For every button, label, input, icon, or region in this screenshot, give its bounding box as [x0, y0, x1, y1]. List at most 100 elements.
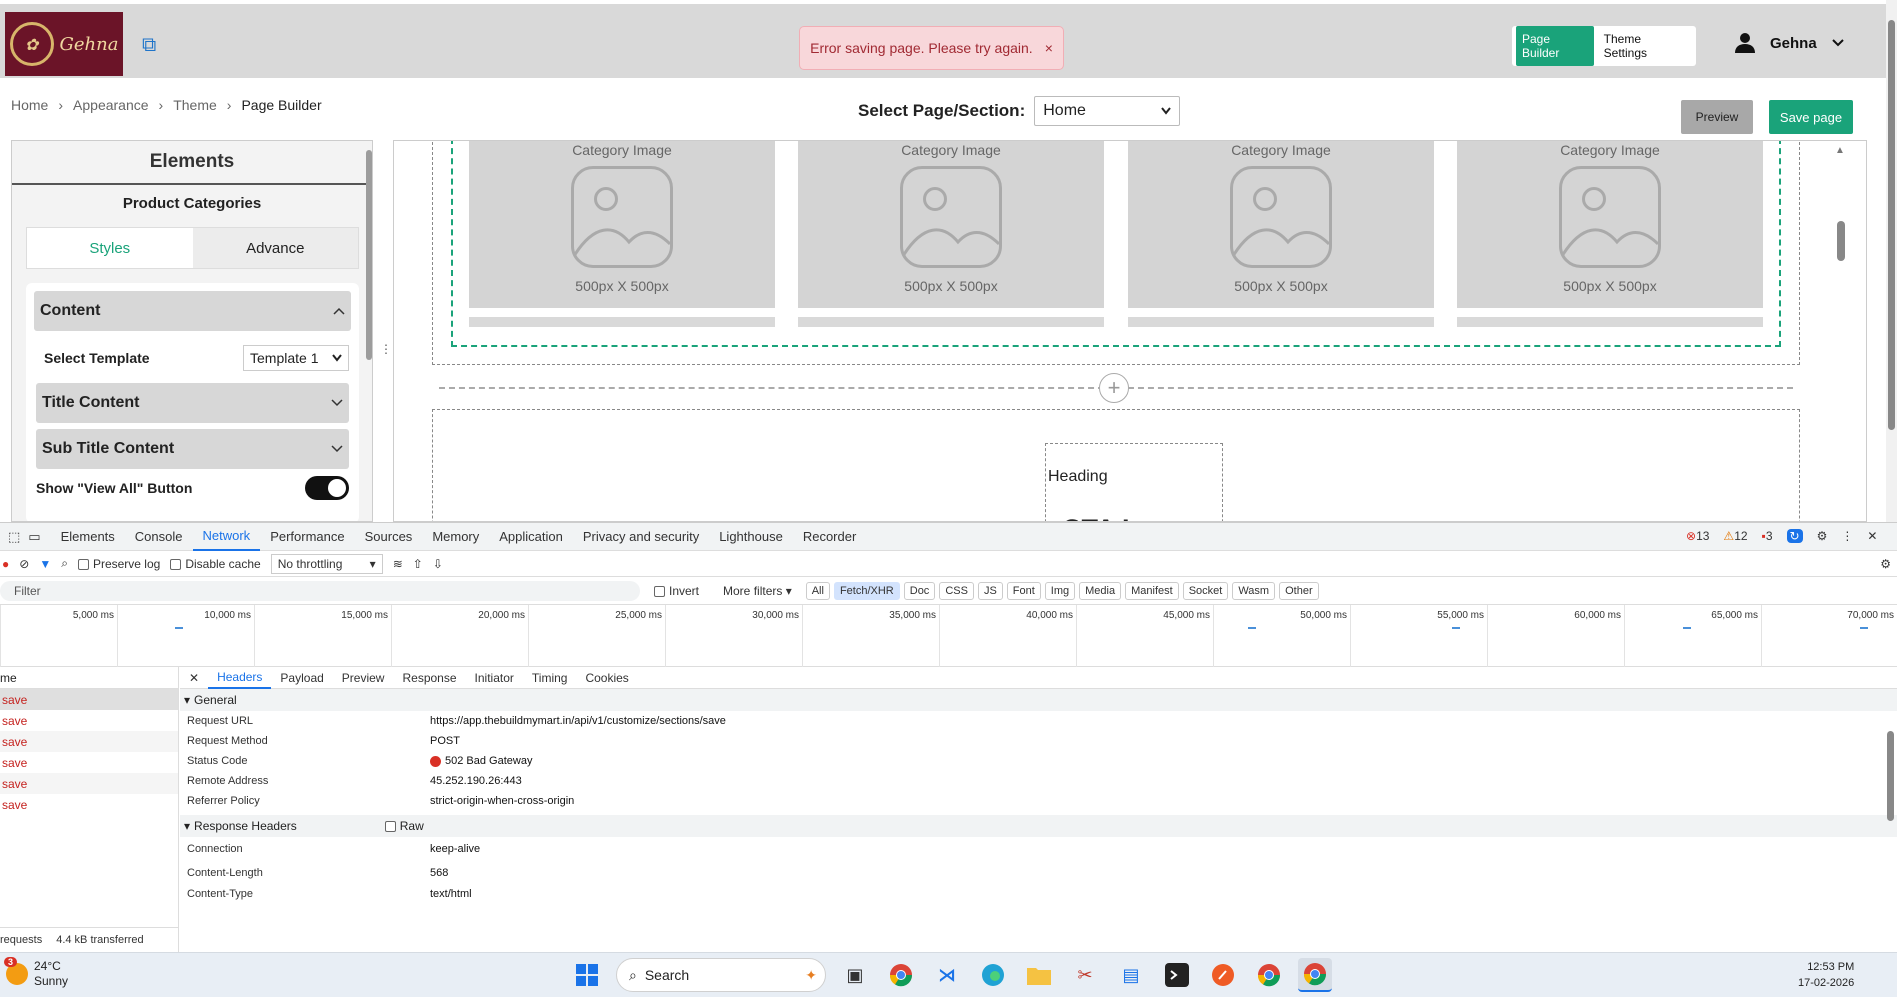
page-select-dropdown[interactable]: Home [1034, 96, 1181, 126]
raw-checkbox[interactable]: Raw [384, 819, 424, 833]
devtools-tab[interactable]: Memory [422, 529, 489, 544]
devtools-tab[interactable]: Performance [260, 529, 354, 544]
toast-close-icon[interactable]: × [1045, 40, 1053, 56]
preview-button[interactable]: Preview [1681, 100, 1753, 134]
inspect-icon[interactable]: ⬚ [0, 529, 24, 545]
type-chip-media[interactable]: Media [1079, 581, 1122, 600]
type-chip-font[interactable]: Font [1006, 581, 1041, 600]
template-select[interactable]: Template 1 [243, 345, 349, 371]
breadcrumb-theme[interactable]: Theme [173, 97, 217, 113]
cta-section[interactable]: Heading CTA Image [432, 409, 1800, 521]
devtools-tab[interactable]: Elements [51, 529, 125, 544]
breadcrumb-home[interactable]: Home [11, 97, 48, 113]
record-icon[interactable]: ● [2, 557, 9, 571]
type-chip-wasm[interactable]: Wasm [1232, 581, 1276, 600]
devtools-tab[interactable]: Sources [355, 529, 423, 544]
page-scrollbar-thumb[interactable] [1888, 20, 1895, 430]
request-row[interactable]: save [0, 710, 178, 731]
breadcrumb-appearance[interactable]: Appearance [73, 97, 149, 113]
filter-input[interactable]: Filter [0, 580, 640, 601]
devtools-tab-network[interactable]: Network [192, 523, 261, 551]
sync-icon[interactable]: ↻ [1786, 529, 1803, 543]
invert-checkbox[interactable]: Invert [654, 584, 699, 598]
search-icon[interactable]: ⌕ [61, 556, 68, 571]
devtools-tab[interactable]: Recorder [793, 529, 866, 544]
edge-icon[interactable] [976, 958, 1010, 992]
warning-count[interactable]: ⚠12 [1723, 529, 1747, 543]
type-chip-other[interactable]: Other [1279, 581, 1319, 600]
devtools-tab[interactable]: Privacy and security [573, 529, 709, 544]
detail-tab-initiator[interactable]: Initiator [466, 667, 523, 689]
close-devtools-icon[interactable]: ✕ [1867, 529, 1877, 543]
content-accordion[interactable]: Content [34, 291, 351, 331]
detail-tab-payload[interactable]: Payload [271, 667, 332, 689]
add-section-button[interactable]: + [1099, 373, 1129, 403]
resize-handle-icon[interactable]: ⋮ [380, 342, 392, 356]
view-all-toggle[interactable] [305, 476, 349, 500]
network-settings-icon[interactable]: ⚙ [1880, 557, 1891, 571]
windows-start-icon[interactable] [570, 958, 604, 992]
import-har-icon[interactable]: ⇧ [413, 557, 423, 571]
network-timeline[interactable]: 5,000 ms 10,000 ms 15,000 ms 20,000 ms 2… [0, 605, 1897, 667]
settings-gear-icon[interactable]: ⚙ [1817, 529, 1828, 543]
network-conditions-icon[interactable]: ≋ [393, 557, 403, 571]
response-headers-section-header[interactable]: ▾ Response Headers Raw [180, 815, 1897, 837]
category-card[interactable]: Category Image 500px X 500px [1457, 141, 1763, 338]
tab-theme-settings[interactable]: Theme Settings [1596, 26, 1692, 66]
save-page-button[interactable]: Save page [1769, 100, 1853, 134]
snipping-tool-icon[interactable]: ✂ [1068, 958, 1102, 992]
categories-section-selected[interactable]: Category Image 500px X 500px Category Im… [451, 141, 1781, 347]
detail-tab-timing[interactable]: Timing [523, 667, 577, 689]
request-row[interactable]: save [0, 794, 178, 815]
user-menu[interactable]: Gehna [1734, 32, 1845, 54]
tab-advance[interactable]: Advance [192, 228, 358, 268]
category-card[interactable]: Category Image 500px X 500px [469, 141, 775, 338]
chrome-icon[interactable] [884, 958, 918, 992]
type-chip-manifest[interactable]: Manifest [1125, 581, 1179, 600]
panel-scrollbar[interactable] [366, 150, 372, 360]
type-chip-img[interactable]: Img [1044, 581, 1076, 600]
detail-tab-cookies[interactable]: Cookies [576, 667, 637, 689]
chrome-active-icon[interactable] [1298, 958, 1332, 992]
cta-block[interactable]: Heading CTA Image [1045, 443, 1223, 521]
external-link-icon[interactable]: ⧉ [142, 34, 156, 57]
category-card[interactable]: Category Image 500px X 500px [1128, 141, 1434, 338]
request-row[interactable]: save [0, 773, 178, 794]
devtools-tab[interactable]: Console [125, 529, 193, 544]
request-row[interactable]: save [0, 731, 178, 752]
detail-tab-response[interactable]: Response [393, 667, 465, 689]
postman-icon[interactable] [1206, 958, 1240, 992]
category-card[interactable]: Category Image 500px X 500px [798, 141, 1104, 338]
tab-styles[interactable]: Styles [27, 228, 193, 268]
tab-page-builder[interactable]: Page Builder [1516, 26, 1594, 66]
clear-icon[interactable]: ⊘ [19, 557, 29, 571]
request-row[interactable]: save [0, 752, 178, 773]
detail-tab-headers[interactable]: Headers [208, 667, 272, 689]
request-list-header[interactable]: me [0, 667, 178, 689]
type-chip-css[interactable]: CSS [939, 581, 974, 600]
error-count[interactable]: ⊗13 [1686, 529, 1709, 543]
weather-widget[interactable]: 3 24°C Sunny [4, 957, 68, 989]
devtools-tab[interactable]: Lighthouse [709, 529, 793, 544]
type-chip-doc[interactable]: Doc [903, 581, 936, 600]
task-view-icon[interactable]: ▣ [838, 958, 872, 992]
canvas-scrollbar-thumb[interactable] [1837, 221, 1845, 261]
filter-icon[interactable]: ▼ [39, 557, 51, 571]
more-filters-dropdown[interactable]: More filters ▾ [723, 584, 792, 598]
detail-tab-preview[interactable]: Preview [333, 667, 394, 689]
more-options-icon[interactable]: ⋮ [1841, 529, 1853, 543]
vscode-icon[interactable]: ⋊ [930, 958, 964, 992]
scroll-up-icon[interactable]: ▲ [1835, 145, 1845, 156]
chrome-icon[interactable] [1252, 958, 1286, 992]
categories-section[interactable]: Category Image 500px X 500px Category Im… [432, 141, 1800, 365]
general-section-header[interactable]: ▾ General [180, 689, 1897, 711]
notepad-icon[interactable]: ▤ [1114, 958, 1148, 992]
subtitle-content-accordion[interactable]: Sub Title Content [36, 429, 349, 469]
type-chip-js[interactable]: JS [977, 581, 1003, 600]
type-chip-socket[interactable]: Socket [1182, 581, 1229, 600]
device-toggle-icon[interactable]: ▭ [24, 529, 50, 545]
disable-cache-checkbox[interactable]: Disable cache [170, 557, 261, 571]
details-scrollbar-thumb[interactable] [1887, 731, 1894, 821]
file-explorer-icon[interactable] [1022, 958, 1056, 992]
type-chip-all[interactable]: All [805, 581, 830, 600]
